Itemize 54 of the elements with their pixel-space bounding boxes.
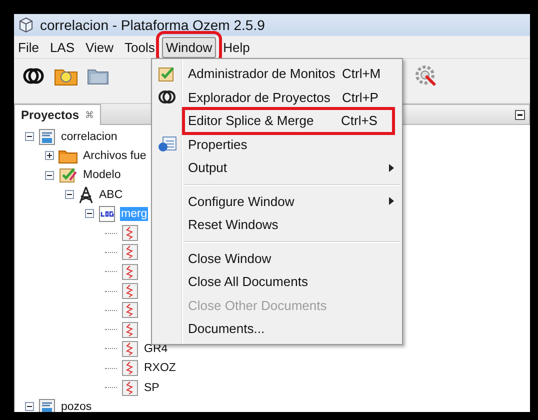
menu-item[interactable]: Close All Documents	[152, 270, 402, 294]
tree-item[interactable]: pozos	[60, 400, 93, 412]
submenu-arrow-icon	[389, 197, 394, 206]
expander-icon[interactable]	[45, 151, 54, 160]
menu[interactable]: Tools	[120, 36, 159, 58]
expander-icon[interactable]	[25, 132, 34, 142]
menu-item[interactable]: Administrador de Monitos Ctrl+M	[152, 62, 402, 86]
tree-item[interactable]: Archivos fue	[82, 148, 148, 163]
menu[interactable]: Help	[219, 36, 254, 58]
curve-icon	[121, 359, 139, 378]
rings-icon	[158, 88, 176, 106]
menu[interactable]: File	[14, 36, 43, 58]
menu[interactable]: View	[82, 36, 118, 58]
menu[interactable]: LAS	[46, 36, 79, 58]
window-title: correlacion - Plataforma Ozem 2.5.9	[40, 17, 265, 33]
menu-item[interactable]: Explorador de Proyectos Ctrl+P	[152, 86, 402, 109]
curve-icon	[121, 378, 139, 396]
expander-icon[interactable]	[65, 190, 74, 200]
curve-icon	[121, 301, 139, 320]
checklist-icon	[58, 166, 78, 184]
folder-icon	[58, 148, 78, 164]
menu-item[interactable]: Properties	[152, 132, 402, 156]
tree-item[interactable]: ABC	[98, 188, 124, 202]
tree-item[interactable]: correlacion	[60, 130, 118, 144]
menu-item[interactable]: Configure Window	[152, 190, 402, 213]
checklist-icon	[157, 64, 177, 83]
minimize-icon	[515, 110, 525, 120]
properties-icon	[157, 135, 177, 154]
tree-item[interactable]: SP	[143, 380, 160, 394]
app-cube-icon	[18, 17, 34, 33]
curve-icon	[121, 320, 139, 339]
document-icon	[38, 128, 56, 146]
menu-item[interactable]: Reset Windows	[152, 213, 402, 236]
gear-icon	[414, 64, 438, 88]
tower-icon	[78, 186, 94, 204]
curve-icon	[121, 282, 139, 300]
curve-icon	[121, 340, 139, 358]
curve-icon	[121, 243, 139, 262]
expander-icon[interactable]	[25, 402, 34, 412]
menu-item[interactable]: Close Window	[152, 246, 402, 270]
log-file-icon	[98, 204, 116, 223]
tree-item[interactable]: Modelo	[82, 168, 122, 182]
tab-title[interactable]: Proyectos	[21, 108, 80, 122]
curve-icon	[121, 262, 139, 281]
curve-icon	[121, 224, 139, 242]
menu-item[interactable]: Editor Splice & Merge Ctrl+S	[184, 109, 393, 132]
expander-icon[interactable]	[45, 170, 54, 180]
close-icon[interactable]: ⌘	[85, 110, 94, 120]
menu-item[interactable]: Output	[152, 156, 402, 180]
tree-item[interactable]: RXOZ	[143, 361, 177, 376]
submenu-arrow-icon	[389, 164, 394, 172]
expander-icon[interactable]	[85, 209, 94, 218]
menu-item[interactable]: Documents...	[152, 317, 402, 340]
rings-icon	[23, 66, 45, 86]
